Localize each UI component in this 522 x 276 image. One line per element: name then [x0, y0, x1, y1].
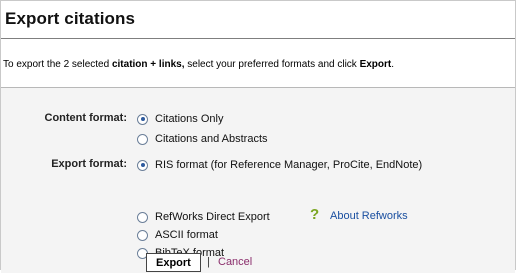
export-format-option-ascii[interactable]: ASCII format: [137, 228, 218, 242]
radio-citations-abstracts[interactable]: [137, 133, 148, 145]
instructions-action: Export: [359, 59, 392, 70]
ris-label: RIS format (for Reference Manager, ProCi…: [155, 159, 423, 171]
instructions-prefix: To export the 2 selected: [3, 59, 112, 70]
refworks-label: RefWorks Direct Export: [155, 211, 270, 223]
content-format-option-citations-only[interactable]: Citations Only: [137, 112, 223, 126]
export-citations-dialog: Export citations To export the 2 selecte…: [0, 0, 516, 273]
radio-refworks[interactable]: [137, 211, 148, 223]
radio-citations-only[interactable]: [137, 113, 148, 125]
radio-ascii[interactable]: [137, 229, 148, 241]
about-refworks-link[interactable]: About Refworks: [330, 210, 408, 222]
content-format-option-citations-abstracts[interactable]: Citations and Abstracts: [137, 132, 268, 146]
ascii-label: ASCII format: [155, 229, 218, 241]
dialog-title: Export citations: [5, 9, 136, 28]
instructions-items: citation + links,: [111, 59, 185, 70]
instructions-text: To export the 2 selected citation + link…: [3, 59, 394, 70]
citations-only-label: Citations Only: [155, 113, 224, 125]
export-format-label: Export format:: [51, 158, 127, 170]
help-question-icon[interactable]: ?: [310, 207, 319, 222]
content-format-label: Content format:: [44, 112, 128, 124]
export-format-option-ris[interactable]: RIS format (for Reference Manager, ProCi…: [137, 158, 422, 172]
action-separator: |: [207, 256, 210, 268]
radio-ris[interactable]: [137, 159, 148, 171]
export-button[interactable]: Export: [146, 253, 201, 272]
title-divider: [1, 38, 515, 39]
citations-abstracts-label: Citations and Abstracts: [155, 133, 268, 145]
cancel-link[interactable]: Cancel: [218, 256, 252, 268]
export-format-option-refworks[interactable]: RefWorks Direct Export: [137, 210, 270, 224]
instructions-middle: select your preferred formats and click: [184, 59, 360, 70]
instructions-suffix: .: [391, 59, 395, 70]
